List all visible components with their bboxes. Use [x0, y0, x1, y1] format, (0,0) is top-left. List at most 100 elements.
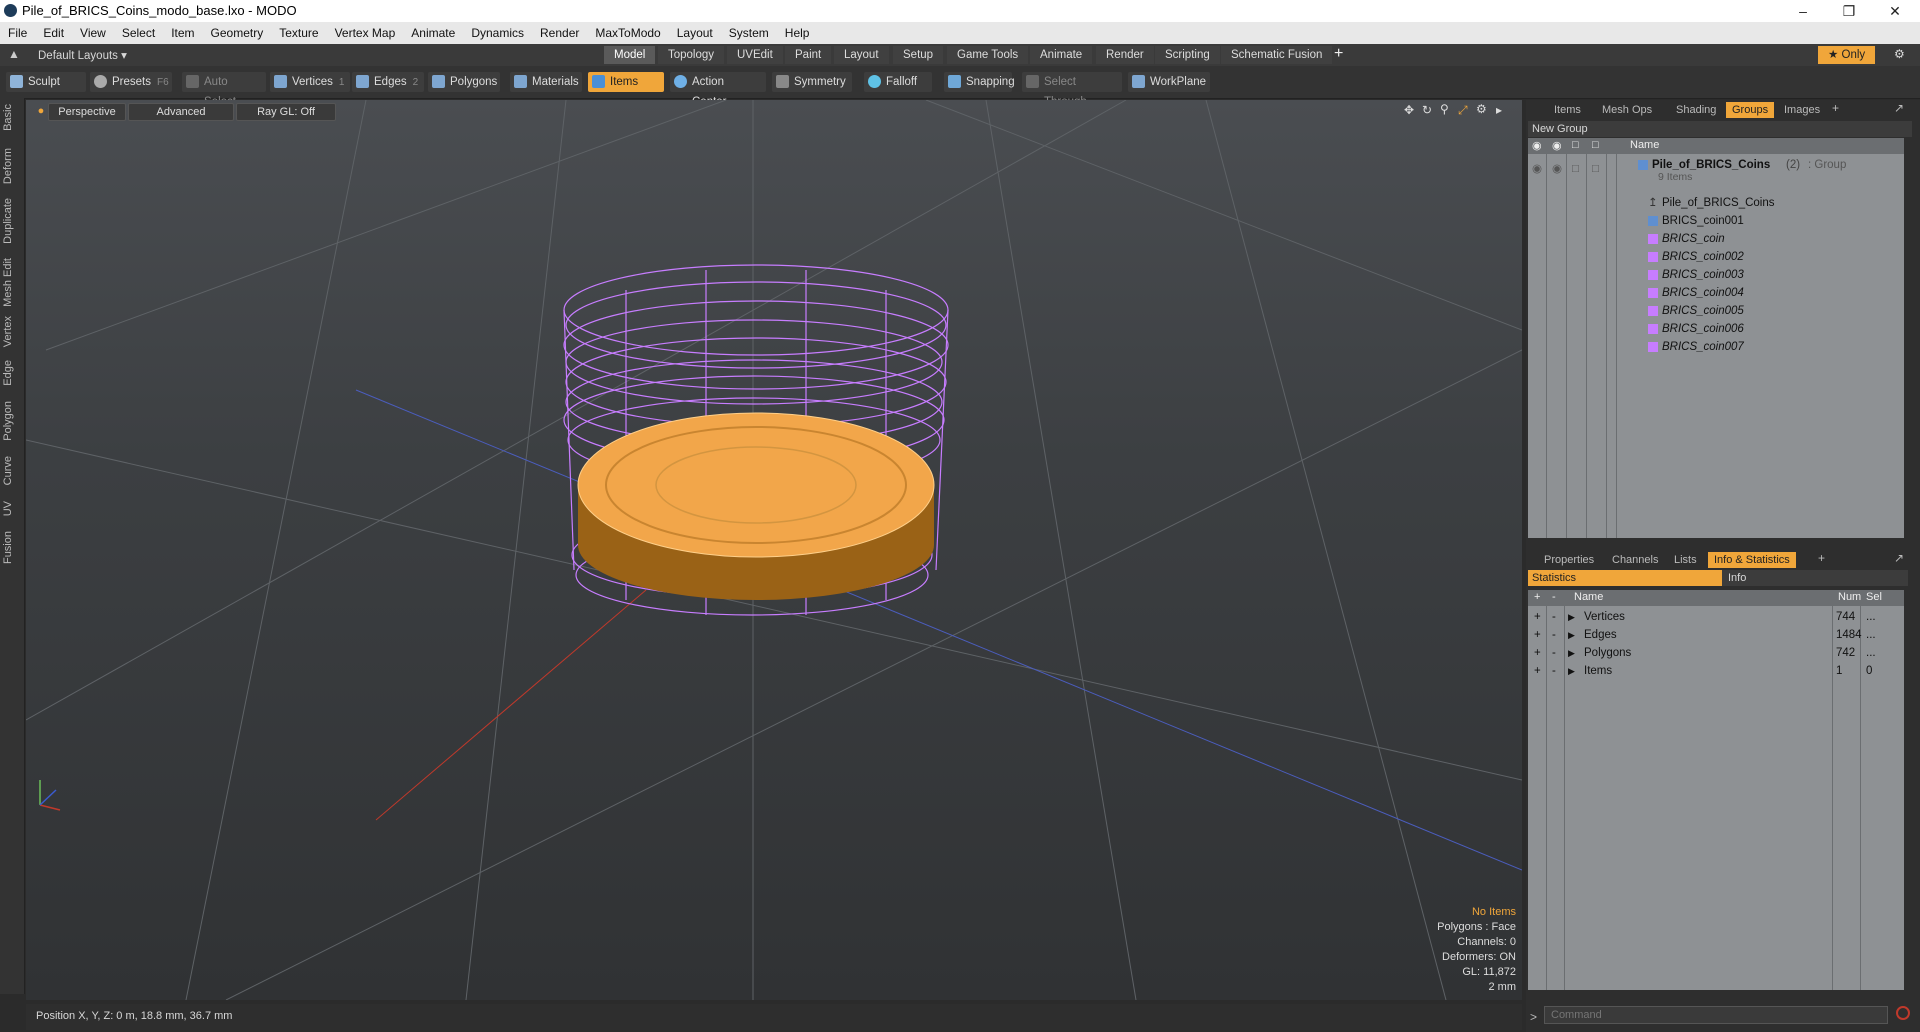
expand-icon[interactable]: +	[1534, 662, 1541, 680]
collapse-icon[interactable]: -	[1552, 644, 1556, 662]
list-item[interactable]: BRICS_coin	[1528, 230, 1904, 248]
table-row[interactable]: + - ▶ Items 1 0	[1528, 662, 1904, 680]
select-through-button[interactable]: Select Through	[1022, 72, 1122, 108]
polygons-button[interactable]: Polygons	[428, 72, 500, 92]
list-item[interactable]: ↥ Pile_of_BRICS_Coins	[1528, 194, 1904, 212]
left-tab-deform[interactable]: Deform	[2, 148, 22, 184]
tab-lists[interactable]: Lists	[1668, 552, 1703, 568]
left-tab-vertex[interactable]: Vertex	[2, 316, 22, 347]
list-item[interactable]: BRICS_coin005	[1528, 302, 1904, 320]
tab-scripting[interactable]: Scripting	[1155, 46, 1220, 64]
left-tab-basic[interactable]: Basic	[2, 104, 22, 131]
new-group-button[interactable]: New Group	[1528, 121, 1912, 137]
add-tab-icon[interactable]: +	[1334, 45, 1343, 63]
tab-animate[interactable]: Animate	[1030, 46, 1093, 64]
tab-groups[interactable]: Groups	[1726, 102, 1775, 118]
tab-uvedit[interactable]: UVEdit	[727, 46, 783, 64]
viewport-expand-icon[interactable]: ▸	[1496, 103, 1502, 117]
render-icon[interactable]: ◉	[1552, 160, 1562, 178]
lock-icon[interactable]: □	[1572, 160, 1579, 178]
raygl-dropdown[interactable]: Ray GL: Off	[236, 103, 336, 121]
tab-render[interactable]: Render	[1096, 46, 1154, 64]
command-input[interactable]	[1544, 1006, 1888, 1024]
menu-vertex-map[interactable]: Vertex Map	[327, 22, 404, 44]
menu-texture[interactable]: Texture	[271, 22, 326, 44]
menu-layout[interactable]: Layout	[669, 22, 721, 44]
add-panel-tab-icon[interactable]: +	[1818, 551, 1825, 565]
eye-icon[interactable]: ◉	[1532, 160, 1542, 178]
left-tab-polygon[interactable]: Polygon	[2, 401, 22, 441]
info-subtab[interactable]: Info	[1722, 570, 1908, 586]
list-item[interactable]: BRICS_coin006	[1528, 320, 1904, 338]
3d-viewport[interactable]	[26, 100, 1522, 1000]
zoom-icon[interactable]: ⚲	[1440, 102, 1449, 116]
tab-model[interactable]: Model	[604, 46, 656, 64]
disclosure-icon[interactable]: ▶	[1568, 608, 1575, 626]
add-panel-tab-icon[interactable]: +	[1832, 101, 1839, 115]
action-center-button[interactable]: Action Center	[670, 72, 766, 108]
collapse-icon[interactable]: -	[1552, 662, 1556, 680]
close-icon[interactable]: ✕	[1872, 0, 1918, 22]
disclosure-icon[interactable]: ▶	[1568, 644, 1575, 662]
menu-render[interactable]: Render	[532, 22, 587, 44]
snapping-button[interactable]: Snapping	[944, 72, 1015, 92]
left-tab-fusion[interactable]: Fusion	[2, 531, 22, 564]
table-row[interactable]: + - ▶ Polygons 742 ...	[1528, 644, 1904, 662]
left-tab-duplicate[interactable]: Duplicate	[2, 198, 22, 244]
tab-properties[interactable]: Properties	[1538, 552, 1600, 568]
tab-game-tools[interactable]: Game Tools	[947, 46, 1029, 64]
expand-icon[interactable]: +	[1534, 626, 1541, 644]
tab-info-statistics[interactable]: Info & Statistics	[1708, 552, 1796, 568]
tab-images[interactable]: Images	[1778, 102, 1826, 118]
expand-icon[interactable]: +	[1534, 608, 1541, 626]
list-item[interactable]: BRICS_coin003	[1528, 266, 1904, 284]
items-button[interactable]: Items	[588, 72, 664, 92]
rotate-icon[interactable]: ↻	[1422, 103, 1432, 117]
table-row[interactable]: + - ▶ Vertices 744 ...	[1528, 608, 1904, 626]
presets-button[interactable]: Presets F6	[90, 72, 172, 92]
tab-topology[interactable]: Topology	[658, 46, 725, 64]
viewport-settings-icon[interactable]: ⚙	[1476, 102, 1487, 116]
fit-icon[interactable]: ⤢	[1458, 103, 1468, 118]
menu-system[interactable]: System	[721, 22, 777, 44]
menu-select[interactable]: Select	[114, 22, 163, 44]
viewport-menu-icon[interactable]: ●	[36, 103, 46, 119]
tab-shading[interactable]: Shading	[1670, 102, 1722, 118]
menu-help[interactable]: Help	[777, 22, 818, 44]
menu-edit[interactable]: Edit	[35, 22, 72, 44]
menu-item[interactable]: Item	[163, 22, 202, 44]
list-item[interactable]: BRICS_coin001	[1528, 212, 1904, 230]
tab-layout[interactable]: Layout	[834, 46, 889, 64]
disclosure-icon[interactable]: ▶	[1568, 626, 1575, 644]
menu-animate[interactable]: Animate	[403, 22, 463, 44]
symmetry-button[interactable]: Symmetry	[772, 72, 852, 92]
list-item[interactable]: BRICS_coin007	[1528, 338, 1904, 356]
menu-dynamics[interactable]: Dynamics	[463, 22, 532, 44]
tab-setup[interactable]: Setup	[893, 46, 944, 64]
menu-geometry[interactable]: Geometry	[203, 22, 272, 44]
maximize-icon[interactable]: ❐	[1826, 0, 1872, 22]
list-item[interactable]: BRICS_coin002	[1528, 248, 1904, 266]
settings-gear-icon[interactable]: ⚙	[1894, 47, 1905, 61]
left-tab-edge[interactable]: Edge	[2, 360, 22, 386]
tab-items[interactable]: Items	[1548, 102, 1587, 118]
table-row[interactable]: + - ▶ Edges 1484 ...	[1528, 626, 1904, 644]
disclosure-icon[interactable]: ▶	[1568, 662, 1575, 680]
only-toggle[interactable]: ★ Only	[1818, 46, 1876, 64]
expand-icon[interactable]: +	[1534, 644, 1541, 662]
layout-preset-dropdown[interactable]: Default Layouts ▾	[38, 48, 127, 62]
left-tab-uv[interactable]: UV	[2, 501, 22, 516]
left-tab-curve[interactable]: Curve	[2, 456, 22, 485]
collapse-icon[interactable]: -	[1552, 608, 1556, 626]
sculpt-button[interactable]: Sculpt	[6, 72, 86, 92]
materials-button[interactable]: Materials	[510, 72, 582, 92]
group-row[interactable]: ◉ ◉ □ □ Pile_of_BRICS_Coins (2) : Group …	[1528, 156, 1904, 186]
menu-maxtomodo[interactable]: MaxToModo	[587, 22, 668, 44]
tab-paint[interactable]: Paint	[785, 46, 832, 64]
left-tab-mesh-edit[interactable]: Mesh Edit	[2, 258, 22, 307]
select-checkbox[interactable]: □	[1592, 160, 1599, 178]
falloff-button[interactable]: Falloff	[864, 72, 932, 92]
statistics-subtab[interactable]: Statistics	[1528, 570, 1722, 586]
perspective-dropdown[interactable]: Perspective	[48, 103, 126, 121]
list-item[interactable]: BRICS_coin004	[1528, 284, 1904, 302]
